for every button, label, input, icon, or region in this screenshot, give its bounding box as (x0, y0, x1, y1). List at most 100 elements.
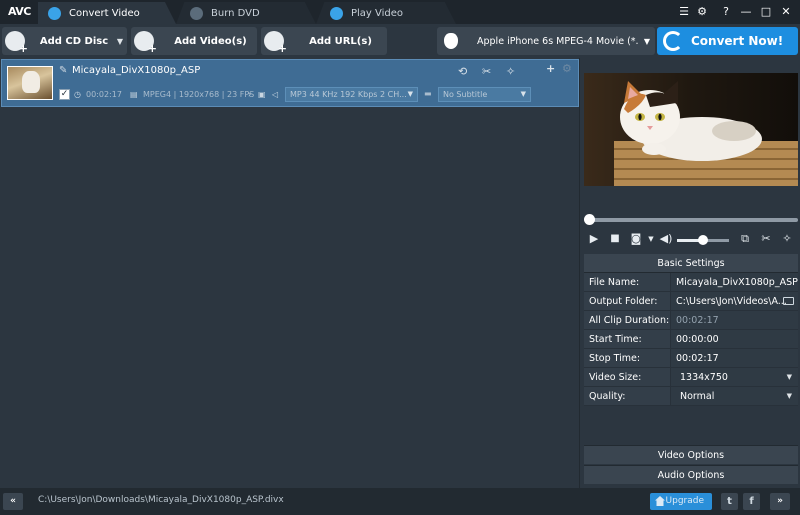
audio-track-select[interactable]: MP3 44 KHz 192 Kbps 2 CH... ▼ (285, 87, 418, 102)
menu-icon[interactable]: ☰ (676, 4, 692, 20)
convert-now-label: Convert Now! (691, 34, 784, 48)
subtitle-select[interactable]: No Subtitle ▼ (438, 87, 531, 102)
tab-label: Convert Video (69, 7, 140, 19)
chevron-down-icon[interactable]: ▼ (113, 37, 127, 46)
folder-icon[interactable] (783, 297, 794, 305)
add-disc-icon (5, 31, 28, 55)
chevron-right-icon: › (248, 90, 252, 99)
camera-icon[interactable]: ◙ (629, 232, 643, 246)
setting-label: File Name: (584, 273, 670, 291)
status-bar: « C:\Users\Jon\Downloads\Micayala_DivX10… (0, 488, 800, 515)
setting-row-duration: All Clip Duration: 00:02:17 (584, 311, 798, 330)
current-file-path: C:\Users\Jon\Downloads\Micayala_DivX1080… (38, 495, 284, 505)
seek-handle[interactable] (584, 214, 595, 225)
film-icon: ▤ (130, 90, 138, 99)
volume-slider[interactable] (677, 235, 729, 245)
add-icon[interactable]: + (546, 62, 555, 75)
audio-track-value: MP3 44 KHz 192 Kbps 2 CH... (290, 90, 407, 99)
effects-icon[interactable]: ✧ (506, 65, 515, 78)
settings-icon[interactable]: ⚙ (562, 62, 572, 75)
video-size-select[interactable]: 1334x750 ▼ (670, 368, 798, 386)
add-urls-button[interactable]: Add URL(s) (261, 27, 387, 55)
edit-pencil-icon[interactable]: ✎ (59, 65, 67, 76)
output-folder-field[interactable]: C:\Users\Jon\Videos\A... (670, 292, 798, 310)
chevron-down-icon: ▼ (786, 392, 792, 400)
subtitle-icon: ▬ (424, 89, 432, 98)
seek-slider[interactable] (584, 213, 798, 227)
file-name-field[interactable]: Micayala_DivX1080p_ASP (670, 273, 798, 291)
video-thumbnail[interactable] (7, 66, 53, 100)
chevron-down-icon: ▼ (520, 90, 526, 98)
copy-icon[interactable]: ⧉ (738, 232, 752, 246)
clip-duration-value: 00:02:17 (670, 311, 798, 329)
convert-video-icon (48, 6, 61, 20)
upgrade-label: Upgrade (665, 496, 704, 506)
setting-row-video-size: Video Size: 1334x750 ▼ (584, 368, 798, 387)
minimize-icon[interactable]: — (738, 4, 754, 20)
globe-icon (264, 31, 287, 55)
setting-label: All Clip Duration: (584, 311, 670, 329)
setting-row-quality: Quality: Normal ▼ (584, 387, 798, 406)
video-size-value: 1334x750 (680, 372, 728, 383)
maximize-icon[interactable]: □ (758, 4, 774, 20)
effects-icon[interactable]: ✧ (780, 232, 794, 246)
add-urls-label: Add URL(s) (309, 35, 372, 47)
chevron-down-icon[interactable]: ▼ (644, 232, 658, 246)
setting-row-file-name: File Name: Micayala_DivX1080p_ASP (584, 273, 798, 292)
subtitle-value: No Subtitle (443, 90, 488, 99)
preview-frame-image (584, 73, 798, 186)
add-videos-button[interactable]: Add Video(s) (131, 27, 257, 55)
upgrade-button[interactable]: Upgrade (650, 493, 712, 510)
cut-icon[interactable]: ✂ (482, 65, 491, 78)
rotate-icon[interactable]: ⟲ (458, 65, 467, 78)
collapse-left-button[interactable]: « (3, 493, 23, 510)
facebook-icon[interactable]: f (743, 493, 760, 510)
quality-select[interactable]: Normal ▼ (670, 387, 798, 405)
cut-icon[interactable]: ✂ (759, 232, 773, 246)
video-info: MPEG4 | 1920x768 | 23 FPS (143, 90, 255, 99)
setting-label: Stop Time: (584, 349, 670, 367)
clock-icon: ◷ (74, 90, 81, 99)
file-checkbox[interactable]: ✓ (59, 89, 70, 100)
start-time-field[interactable]: 00:00:00 (670, 330, 798, 348)
setting-row-output-folder: Output Folder: C:\Users\Jon\Videos\A... (584, 292, 798, 311)
seek-track[interactable] (588, 218, 798, 222)
basic-settings-header[interactable]: Basic Settings (584, 254, 798, 273)
play-circle-icon (330, 6, 343, 20)
file-name[interactable]: Micayala_DivX1080p_ASP (72, 65, 200, 76)
gear-icon[interactable]: ⚙ (694, 4, 710, 20)
profile-value: Apple iPhone 6s MPEG-4 Movie (*.m... (477, 35, 639, 47)
setting-label: Output Folder: (584, 292, 670, 310)
close-icon[interactable]: ✕ (778, 4, 794, 20)
convert-now-button[interactable]: Convert Now! (657, 27, 798, 55)
title-bar: AVC Convert Video Burn DVD Play Video ☰ … (0, 0, 800, 24)
list-item[interactable]: ✎ Micayala_DivX1080p_ASP ⟲ ✂ ✧ + ⚙ ✓ ◷ 0… (1, 59, 579, 107)
setting-row-stop-time: Stop Time: 00:02:17 (584, 349, 798, 368)
video-options-header[interactable]: Video Options (584, 445, 798, 464)
file-list[interactable]: ✎ Micayala_DivX1080p_ASP ⟲ ✂ ✧ + ⚙ ✓ ◷ 0… (0, 58, 580, 488)
add-video-icon (134, 31, 157, 55)
video-preview[interactable] (584, 73, 798, 186)
audio-options-header[interactable]: Audio Options (584, 465, 798, 484)
tab-play-video[interactable]: Play Video (316, 2, 456, 24)
setting-label: Video Size: (584, 368, 670, 386)
tab-burn-dvd[interactable]: Burn DVD (176, 2, 316, 24)
expand-right-button[interactable]: » (770, 493, 790, 510)
play-icon[interactable]: ▶ (587, 232, 601, 246)
stop-time-field[interactable]: 00:02:17 (670, 349, 798, 367)
output-folder-value: C:\Users\Jon\Videos\A... (676, 296, 787, 307)
stop-icon[interactable]: ■ (608, 232, 622, 246)
volume-icon[interactable]: ◀) (659, 232, 673, 246)
help-icon[interactable]: ? (718, 4, 734, 20)
app-logo: AVC (8, 5, 31, 18)
output-profile-select[interactable]: Apple iPhone 6s MPEG-4 Movie (*.m... ▼ (437, 27, 655, 55)
disc-icon (190, 6, 203, 20)
add-videos-label: Add Video(s) (174, 35, 247, 47)
tab-label: Play Video (351, 7, 404, 19)
chevron-down-icon: ▼ (643, 36, 651, 46)
tab-convert-video[interactable]: Convert Video (38, 2, 176, 24)
twitter-icon[interactable]: t (721, 493, 738, 510)
volume-handle[interactable] (698, 235, 708, 245)
add-cd-disc-button[interactable]: Add CD Disc ▼ (2, 27, 127, 55)
refresh-icon (663, 31, 683, 51)
